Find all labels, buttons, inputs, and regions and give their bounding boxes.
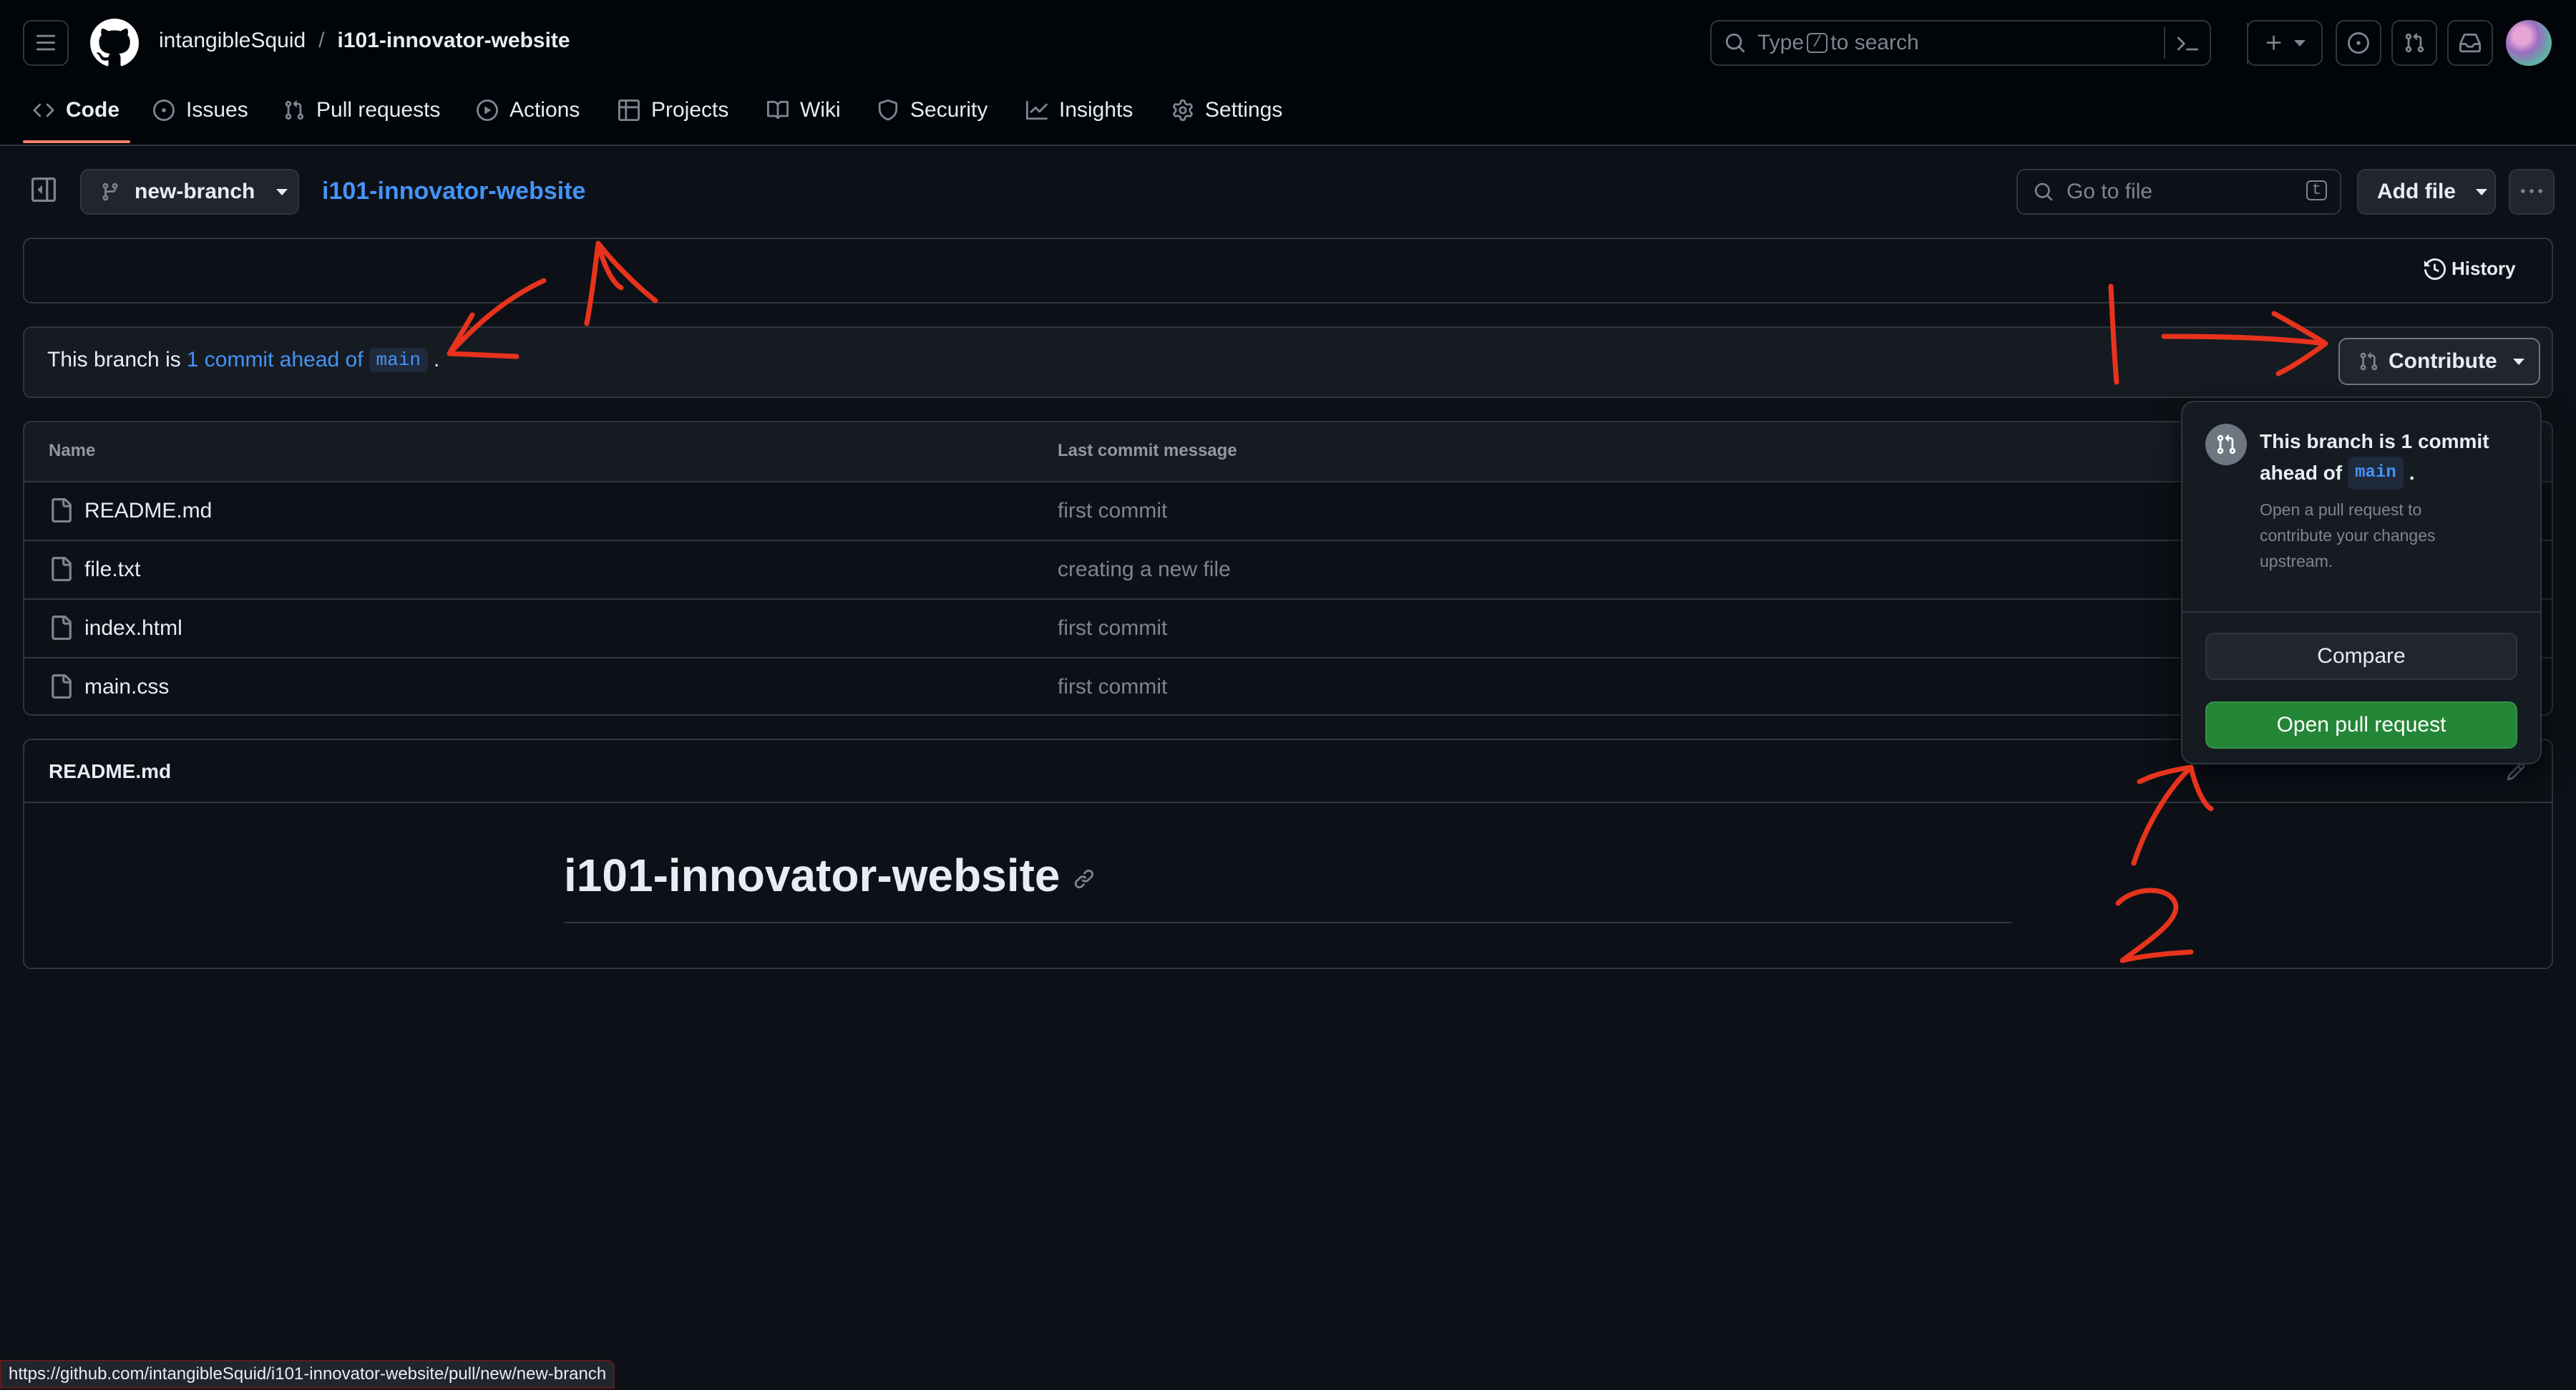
annotation-number-1 [2108, 283, 2119, 385]
annotation-arrow-right [2161, 311, 2328, 376]
annotation-number-2 [2115, 888, 2194, 963]
link-preview-statusbar: https://github.com/intangibleSquid/i101-… [0, 1360, 615, 1389]
annotation-caret-mark [584, 240, 658, 326]
annotation-arrow-up [2131, 764, 2214, 866]
status-url: https://github.com/intangibleSquid/i101-… [9, 1364, 607, 1384]
hand-drawn-annotations [447, 240, 2328, 963]
annotation-arrow-left [447, 278, 547, 359]
